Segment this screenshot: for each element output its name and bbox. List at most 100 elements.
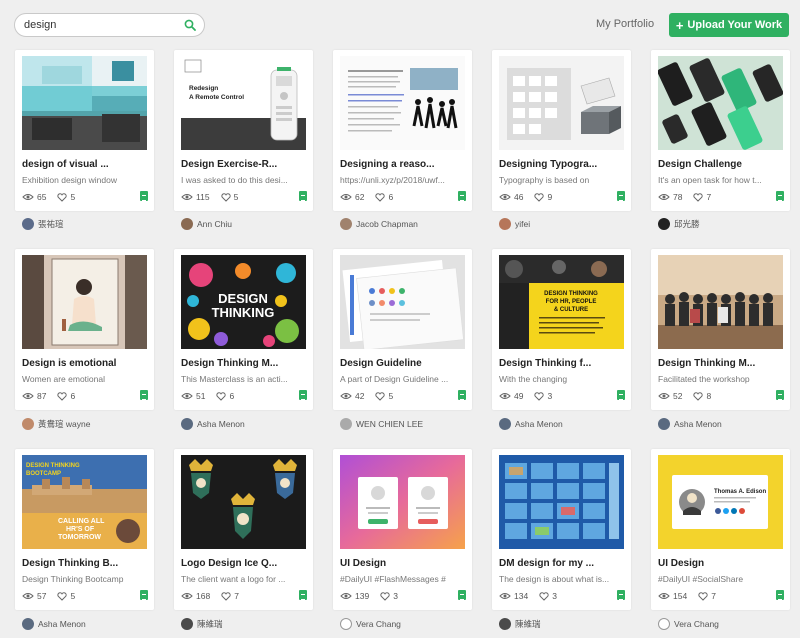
project-title[interactable]: Design is emotional [22, 358, 147, 369]
project-thumbnail[interactable] [340, 56, 465, 150]
project-thumbnail[interactable]: Thomas A. Edison [658, 455, 783, 549]
author[interactable]: Vera Chang [340, 617, 401, 631]
project-title[interactable]: Design Thinking f... [499, 358, 624, 369]
heart-icon[interactable] [539, 591, 549, 601]
author-name[interactable]: yifei [515, 219, 530, 229]
author[interactable]: 陳維瑞 [181, 617, 223, 631]
heart-icon[interactable] [693, 192, 704, 202]
author[interactable]: Ann Chiu [181, 217, 232, 231]
avatar[interactable] [658, 218, 670, 230]
avatar[interactable] [340, 218, 352, 230]
project-thumbnail[interactable] [340, 255, 465, 349]
project-title[interactable]: Design Thinking B... [22, 558, 147, 569]
project-card[interactable]: Design Guideline A part of Design Guidel… [333, 249, 472, 410]
avatar[interactable] [340, 418, 352, 430]
project-title[interactable]: Design Thinking M... [658, 358, 783, 369]
project-card[interactable]: Design is emotional Women are emotional … [15, 249, 154, 410]
author[interactable]: yifei [499, 217, 530, 231]
author-name[interactable]: WEN CHIEN LEE [356, 419, 423, 429]
author-name[interactable]: 張祐瑄 [38, 218, 64, 230]
author-name[interactable]: Asha Menon [674, 419, 722, 429]
project-card[interactable]: Thomas A. Edison UI Design #DailyUI #Soc… [651, 449, 790, 610]
avatar[interactable] [499, 418, 511, 430]
author[interactable]: 陳維瑞 [499, 617, 541, 631]
project-card[interactable]: DESIGN THINKING FOR HR, PEOPLE & CULTURE… [492, 249, 631, 410]
project-card[interactable]: Logo Design Ice Q... The client want a l… [174, 449, 313, 610]
project-thumbnail[interactable] [499, 56, 624, 150]
avatar[interactable] [658, 418, 670, 430]
author-name[interactable]: Asha Menon [38, 619, 86, 629]
project-thumbnail[interactable] [181, 455, 306, 549]
project-thumbnail[interactable] [658, 255, 783, 349]
heart-icon[interactable] [534, 192, 545, 202]
avatar[interactable] [340, 618, 352, 630]
avatar[interactable] [181, 618, 193, 630]
author[interactable]: Asha Menon [22, 617, 86, 631]
author-name[interactable]: Vera Chang [674, 619, 719, 629]
project-title[interactable]: Design Challenge [658, 159, 783, 170]
heart-icon[interactable] [698, 591, 708, 601]
heart-icon[interactable] [220, 192, 231, 202]
author-name[interactable]: Vera Chang [356, 619, 401, 629]
project-title[interactable]: UI Design [340, 558, 465, 569]
author[interactable]: 張祐瑄 [22, 217, 64, 231]
project-card[interactable]: Designing Typogra... Typography is based… [492, 50, 631, 211]
author-name[interactable]: Ann Chiu [197, 219, 232, 229]
avatar[interactable] [22, 218, 34, 230]
project-card[interactable]: DM design for my ... The design is about… [492, 449, 631, 610]
author[interactable]: 邱光勝 [658, 217, 700, 231]
heart-icon[interactable] [221, 591, 231, 601]
project-title[interactable]: design of visual ... [22, 159, 147, 170]
project-card[interactable]: DESIGN THINKING BOOTCAMP CALLING ALL HR'… [15, 449, 154, 610]
project-card[interactable]: UI Design #DailyUI #FlashMessages # 139 … [333, 449, 472, 610]
project-card[interactable]: DESIGN THINKING Design Thinking M... Thi… [174, 249, 313, 410]
project-thumbnail[interactable] [22, 255, 147, 349]
upload-work-button[interactable]: + Upload Your Work [669, 13, 789, 37]
author-name[interactable]: 黃鴦瑄 wayne [38, 418, 90, 430]
author[interactable]: Asha Menon [658, 417, 722, 431]
project-card[interactable]: Design Challenge It's an open task for h… [651, 50, 790, 211]
author-name[interactable]: 陳維瑞 [515, 618, 541, 630]
project-title[interactable]: UI Design [658, 558, 783, 569]
avatar[interactable] [181, 418, 193, 430]
heart-icon[interactable] [57, 192, 68, 202]
project-title[interactable]: Designing a reaso... [340, 159, 465, 170]
project-thumbnail[interactable] [340, 455, 465, 549]
author-name[interactable]: Asha Menon [515, 419, 563, 429]
author[interactable]: Asha Menon [181, 417, 245, 431]
project-thumbnail[interactable]: DESIGN THINKING FOR HR, PEOPLE & CULTURE [499, 255, 624, 349]
project-title[interactable]: DM design for my ... [499, 558, 624, 569]
project-thumbnail[interactable]: DESIGN THINKING [181, 255, 306, 349]
project-card[interactable]: Designing a reaso... https://unli.xyz/p/… [333, 50, 472, 211]
author-name[interactable]: Asha Menon [197, 419, 245, 429]
heart-icon[interactable] [693, 391, 704, 401]
search-box[interactable] [14, 13, 205, 37]
avatar[interactable] [499, 218, 511, 230]
heart-icon[interactable] [375, 192, 386, 202]
heart-icon[interactable] [375, 391, 386, 401]
avatar[interactable] [658, 618, 670, 630]
project-thumbnail[interactable] [499, 455, 624, 549]
author[interactable]: 黃鴦瑄 wayne [22, 417, 90, 431]
author[interactable]: Vera Chang [658, 617, 719, 631]
author-name[interactable]: Jacob Chapman [356, 219, 418, 229]
search-icon[interactable] [184, 19, 196, 31]
my-portfolio-link[interactable]: My Portfolio [596, 18, 654, 30]
avatar[interactable] [22, 618, 34, 630]
project-thumbnail[interactable] [658, 56, 783, 150]
project-card[interactable]: design of visual ... Exhibition design w… [15, 50, 154, 211]
heart-icon[interactable] [57, 591, 68, 601]
heart-icon[interactable] [216, 391, 227, 401]
project-title[interactable]: Design Guideline [340, 358, 465, 369]
author-name[interactable]: 邱光勝 [674, 218, 700, 230]
heart-icon[interactable] [57, 391, 68, 401]
avatar[interactable] [499, 618, 511, 630]
author[interactable]: WEN CHIEN LEE [340, 417, 423, 431]
author-name[interactable]: 陳維瑞 [197, 618, 223, 630]
project-thumbnail[interactable]: DESIGN THINKING BOOTCAMP CALLING ALL HR'… [22, 455, 147, 549]
project-thumbnail[interactable] [22, 56, 147, 150]
author[interactable]: Jacob Chapman [340, 217, 418, 231]
avatar[interactable] [22, 418, 34, 430]
heart-icon[interactable] [534, 391, 545, 401]
project-card[interactable]: Design Thinking M... Facilitated the wor… [651, 249, 790, 410]
